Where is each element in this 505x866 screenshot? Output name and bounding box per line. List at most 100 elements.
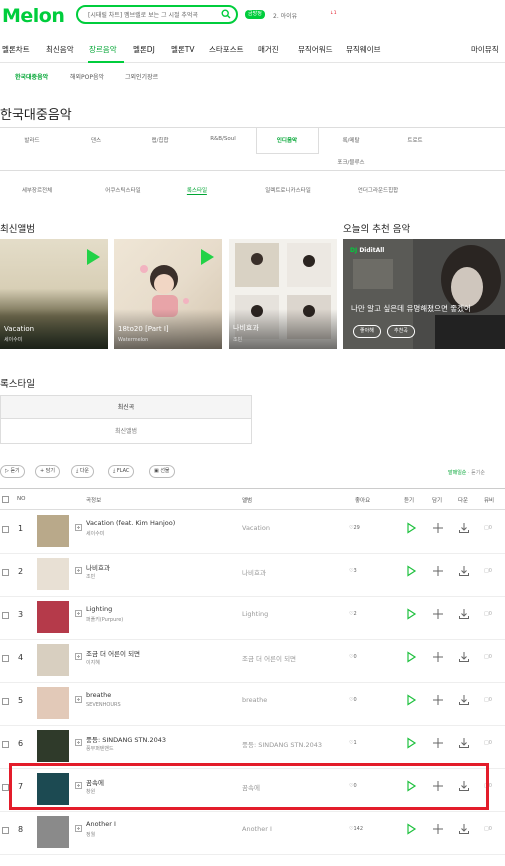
genre-folk[interactable]: 포크/블루스: [337, 158, 364, 166]
genre-ballad[interactable]: 발라드: [24, 136, 39, 144]
add-icon[interactable]: [432, 608, 444, 620]
genre-hiphop[interactable]: 랩/힙합: [151, 136, 168, 144]
song-info-icon[interactable]: [75, 825, 82, 832]
download-icon[interactable]: [458, 694, 470, 706]
gift-button[interactable]: ▣ 선물: [149, 465, 175, 478]
song-title[interactable]: Vacation (feat. Kim Hanjoo): [86, 519, 175, 527]
realtime-keyword[interactable]: 2. 아이유: [273, 11, 297, 20]
mv-icon[interactable]: □0: [484, 525, 492, 531]
mv-icon[interactable]: □0: [484, 740, 492, 746]
nav-magazine[interactable]: 매거진: [258, 44, 279, 55]
play-icon[interactable]: [87, 249, 100, 265]
genre-rock[interactable]: 록/메탈: [342, 136, 359, 144]
song-artist[interactable]: 풍부퍼텐밴드: [86, 745, 114, 752]
row-checkbox[interactable]: [2, 698, 9, 705]
row-checkbox[interactable]: [2, 612, 9, 619]
search-icon[interactable]: [221, 9, 231, 19]
album-thumbnail[interactable]: [37, 558, 69, 590]
song-album[interactable]: Another I: [242, 825, 272, 833]
play-all-button[interactable]: ▷ 듣기: [0, 465, 25, 478]
album-artist[interactable]: Watermelon: [118, 337, 148, 343]
song-title[interactable]: 조금 더 어른이 되면: [86, 648, 140, 658]
play-icon[interactable]: [405, 651, 417, 663]
genre-dance[interactable]: 댄스: [91, 136, 101, 144]
nav-my-music[interactable]: 마이뮤직: [471, 44, 499, 55]
table-row[interactable]: 5 breathe SEVENHOURS breathe ♡0 □0: [0, 683, 505, 726]
song-info-icon[interactable]: [75, 653, 82, 660]
row-checkbox[interactable]: [2, 526, 9, 533]
nav-music-awards[interactable]: 뮤직어워드: [298, 44, 333, 55]
like-count[interactable]: ♡0: [349, 654, 357, 660]
mv-icon[interactable]: □0: [484, 568, 492, 574]
subgenre-acoustic[interactable]: 어쿠스틱스타일: [105, 186, 140, 194]
play-icon[interactable]: [405, 823, 417, 835]
album-thumbnail[interactable]: [37, 687, 69, 719]
song-album[interactable]: breathe: [242, 696, 267, 704]
add-icon[interactable]: [432, 823, 444, 835]
song-info-icon[interactable]: [75, 524, 82, 531]
download-all-button[interactable]: ⤓ 다운: [71, 465, 95, 478]
download-icon[interactable]: [458, 608, 470, 620]
add-icon[interactable]: [432, 565, 444, 577]
mv-icon[interactable]: □0: [484, 697, 492, 703]
song-info-icon[interactable]: [75, 610, 82, 617]
play-icon[interactable]: [201, 249, 214, 265]
recommend-list-button[interactable]: 추천곡: [387, 325, 415, 338]
table-row[interactable]: 4 조금 더 어른이 되면 이지혜 조금 더 어른이 되면 ♡0 □0: [0, 640, 505, 683]
subgenre-rock-style[interactable]: 록스타일: [186, 186, 208, 195]
song-info-icon[interactable]: [75, 739, 82, 746]
mv-icon[interactable]: □0: [484, 611, 492, 617]
song-info-icon[interactable]: [75, 567, 82, 574]
subnav-other-genres[interactable]: 그외인기장르: [125, 72, 158, 81]
song-artist[interactable]: 이지혜: [86, 659, 100, 666]
song-album[interactable]: 나비효과: [242, 567, 266, 577]
song-album[interactable]: Vacation: [242, 524, 270, 532]
tab-latest-songs[interactable]: 최신곡: [1, 396, 251, 419]
song-title[interactable]: Lighting: [86, 605, 112, 613]
like-button[interactable]: 좋아해: [353, 325, 381, 338]
song-title[interactable]: Another I: [86, 820, 116, 828]
mv-icon[interactable]: □0: [484, 826, 492, 832]
play-icon[interactable]: [405, 522, 417, 534]
like-count[interactable]: ♡2: [349, 611, 357, 617]
subgenre-all[interactable]: 세부장르전체: [22, 186, 52, 194]
recommend-card[interactable]: DJ DiditAll 나만 알고 싶은데 유명해졌으면 좋겠어 좋아해 추천곡: [343, 239, 505, 349]
sort-release[interactable]: 발매일순: [448, 470, 466, 476]
download-icon[interactable]: [458, 565, 470, 577]
song-artist[interactable]: 퍼플키(Purpure): [86, 616, 123, 623]
like-count[interactable]: ♡3: [349, 568, 357, 574]
subnav-korean-pop[interactable]: 한국대중음악: [15, 72, 48, 81]
row-checkbox[interactable]: [2, 741, 9, 748]
song-album[interactable]: 조금 더 어른이 되면: [242, 653, 296, 663]
tab-latest-albums[interactable]: 최신앨범: [1, 420, 251, 444]
album-card-butterfly[interactable]: 나비효과 조빈: [229, 239, 337, 349]
like-count[interactable]: ♡1: [349, 740, 357, 746]
song-artist[interactable]: SEVENHOURS: [86, 702, 121, 708]
song-title[interactable]: breathe: [86, 691, 111, 699]
album-thumbnail[interactable]: [37, 515, 69, 547]
nav-music-wave[interactable]: 뮤직웨이브: [346, 44, 381, 55]
play-icon[interactable]: [405, 565, 417, 577]
table-row[interactable]: 8 Another I 정월 Another I ♡142 □0: [0, 812, 505, 855]
song-title[interactable]: 나비효과: [86, 562, 110, 572]
trend-badge[interactable]: 금방정: [245, 10, 265, 19]
play-icon[interactable]: [405, 694, 417, 706]
album-card-18to20[interactable]: 18to20 [Part I] Watermelon: [114, 239, 222, 349]
song-title[interactable]: 풍등: SINDANG STN.2043: [86, 734, 166, 744]
download-icon[interactable]: [458, 522, 470, 534]
flac-button[interactable]: ⤓ FLAC: [108, 465, 135, 478]
nav-starpost[interactable]: 스타포스트: [209, 44, 244, 55]
play-icon[interactable]: [405, 737, 417, 749]
album-thumbnail[interactable]: [37, 816, 69, 848]
subgenre-electronica[interactable]: 일렉트로니카스타일: [265, 186, 311, 194]
nav-genre-music[interactable]: 장르음악: [89, 44, 117, 55]
download-icon[interactable]: [458, 823, 470, 835]
genre-rnb[interactable]: R&B/Soul: [210, 136, 236, 142]
album-artist[interactable]: 세이수미: [4, 336, 22, 343]
mv-icon[interactable]: □0: [484, 654, 492, 660]
table-row[interactable]: 1 Vacation (feat. Kim Hanjoo) 세이수미 Vacation…: [0, 511, 505, 554]
album-thumbnail[interactable]: [37, 644, 69, 676]
album-thumbnail[interactable]: [37, 730, 69, 762]
table-row[interactable]: 3 Lighting 퍼플키(Purpure) Lighting ♡2 □0: [0, 597, 505, 640]
song-album[interactable]: 풍등: SINDANG STN.2043: [242, 739, 322, 749]
